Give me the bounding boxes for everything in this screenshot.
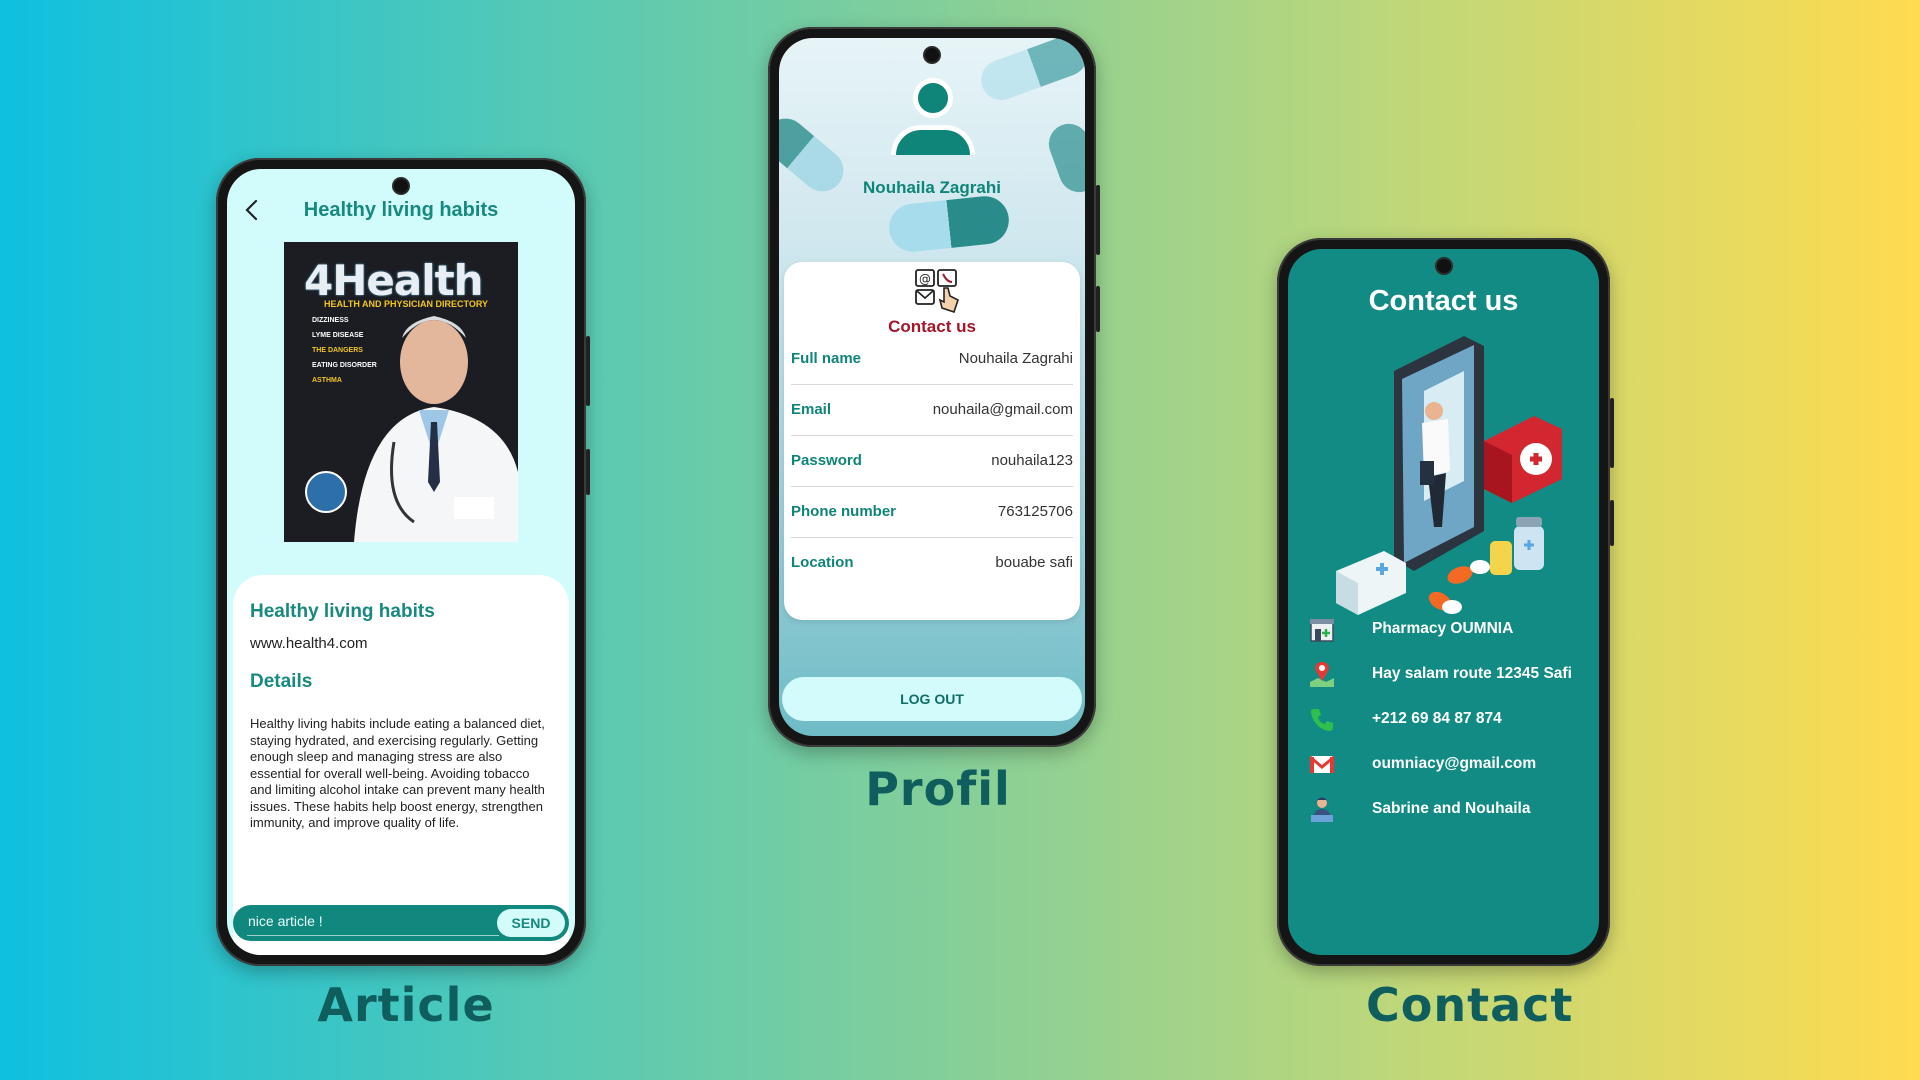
info-value: bouabe safi bbox=[995, 554, 1073, 571]
comment-bar: SEND bbox=[233, 905, 569, 941]
article-page-title: Healthy living habits bbox=[303, 199, 499, 221]
svg-text:@: @ bbox=[919, 272, 931, 286]
contact-item-text: Pharmacy OUMNIA bbox=[1372, 620, 1514, 637]
article-screen: Healthy living habits 4Health HEALTH AND… bbox=[227, 169, 575, 955]
avatar-head-icon bbox=[913, 78, 953, 118]
info-label: Location bbox=[791, 554, 854, 571]
profile-name: Nouhaila Zagrahi bbox=[863, 178, 1001, 197]
mail-icon bbox=[1309, 755, 1335, 773]
comment-input[interactable] bbox=[248, 913, 488, 929]
pharmacy-icon bbox=[1310, 619, 1334, 642]
info-value: 763125706 bbox=[997, 503, 1073, 520]
contact-item-team[interactable]: Sabrine and Nouhaila bbox=[1308, 791, 1589, 829]
headline: LYME DISEASE bbox=[312, 332, 364, 339]
contact-item-address[interactable]: Hay salam route 12345 Safi bbox=[1308, 656, 1589, 694]
contact-item-text: Hay salam route 12345 Safi bbox=[1372, 665, 1572, 682]
info-value: nouhaila123 bbox=[991, 452, 1073, 469]
magazine-subtitle: HEALTH AND PHYSICIAN DIRECTORY bbox=[324, 299, 489, 309]
article-url[interactable]: www.health4.com bbox=[250, 635, 368, 652]
info-row-location: Location bouabe safi bbox=[791, 538, 1073, 589]
send-button[interactable]: SEND bbox=[497, 909, 565, 937]
front-camera bbox=[394, 179, 408, 193]
info-label: Phone number bbox=[791, 503, 897, 520]
article-card: Healthy living habits www.health4.com De… bbox=[233, 575, 569, 955]
article-phone: Healthy living habits 4Health HEALTH AND… bbox=[216, 158, 590, 966]
contact-item-text: oumniacy@gmail.com bbox=[1372, 755, 1537, 772]
capsule-decoration bbox=[975, 38, 1085, 106]
info-label: Full name bbox=[791, 350, 862, 367]
contact-methods-icon[interactable]: @ bbox=[914, 268, 962, 314]
headline: DIZZINESS bbox=[312, 317, 349, 324]
magazine-logo: 4Health bbox=[304, 256, 484, 305]
headline: ASTHMA bbox=[312, 377, 342, 384]
article-card-title: Healthy living habits bbox=[250, 601, 435, 622]
profile-caption: Profil bbox=[865, 762, 1011, 816]
avatar-body-icon bbox=[891, 125, 975, 155]
info-row-email: Email nouhaila@gmail.com bbox=[791, 385, 1073, 436]
info-label: Password bbox=[791, 452, 862, 469]
telemedicine-illustration bbox=[1336, 336, 1562, 615]
phone-icon bbox=[1311, 709, 1333, 731]
info-row-phone: Phone number 763125706 bbox=[791, 487, 1073, 538]
contact-item-text: Sabrine and Nouhaila bbox=[1372, 800, 1531, 817]
headline: EATING DISORDER bbox=[312, 362, 377, 369]
magazine-headlines: DIZZINESS LYME DISEASE THE DANGERS EATIN… bbox=[312, 316, 382, 391]
team-icon bbox=[1311, 797, 1333, 822]
profile-screen: Nouhaila Zagrahi @ Contact us Full name … bbox=[779, 38, 1085, 736]
contact-item-pharmacy[interactable]: Pharmacy OUMNIA bbox=[1308, 611, 1589, 649]
article-body-text: Healthy living habits include eating a b… bbox=[250, 716, 545, 830]
contact-phone: Contact us Pharmacy OUMNIA Hay salam rou… bbox=[1277, 238, 1614, 966]
details-heading: Details bbox=[250, 671, 313, 692]
contact-item-email[interactable]: oumniacy@gmail.com bbox=[1308, 746, 1589, 784]
info-row-full-name: Full name Nouhaila Zagrahi bbox=[791, 334, 1073, 385]
contact-screen: Contact us Pharmacy OUMNIA Hay salam rou… bbox=[1288, 249, 1599, 955]
contact-caption: Contact bbox=[1366, 978, 1574, 1032]
info-value: nouhaila@gmail.com bbox=[932, 401, 1073, 418]
map-pin-icon bbox=[1310, 662, 1334, 687]
profile-info-card: @ Contact us Full name Nouhaila Zagrahi … bbox=[784, 262, 1080, 620]
contact-page-title: Contact us bbox=[1368, 285, 1519, 317]
info-label: Email bbox=[791, 401, 832, 418]
contact-item-text: +212 69 84 87 874 bbox=[1372, 710, 1502, 727]
profile-phone: Nouhaila Zagrahi @ Contact us Full name … bbox=[768, 27, 1100, 747]
comment-underline bbox=[247, 935, 499, 936]
article-caption: Article bbox=[317, 978, 495, 1032]
headline: THE DANGERS bbox=[312, 347, 363, 354]
info-value: Nouhaila Zagrahi bbox=[958, 350, 1073, 367]
front-camera bbox=[925, 48, 939, 62]
info-row-password: Password nouhaila123 bbox=[791, 436, 1073, 487]
front-camera bbox=[1436, 259, 1451, 273]
logout-button[interactable]: LOG OUT bbox=[782, 677, 1082, 721]
magazine-cover-image: 4Health HEALTH AND PHYSICIAN DIRECTORY D… bbox=[284, 242, 518, 542]
capsule-decoration bbox=[886, 193, 1012, 255]
article-header: Healthy living habits bbox=[227, 189, 575, 229]
contact-item-phone[interactable]: +212 69 84 87 874 bbox=[1308, 701, 1589, 739]
